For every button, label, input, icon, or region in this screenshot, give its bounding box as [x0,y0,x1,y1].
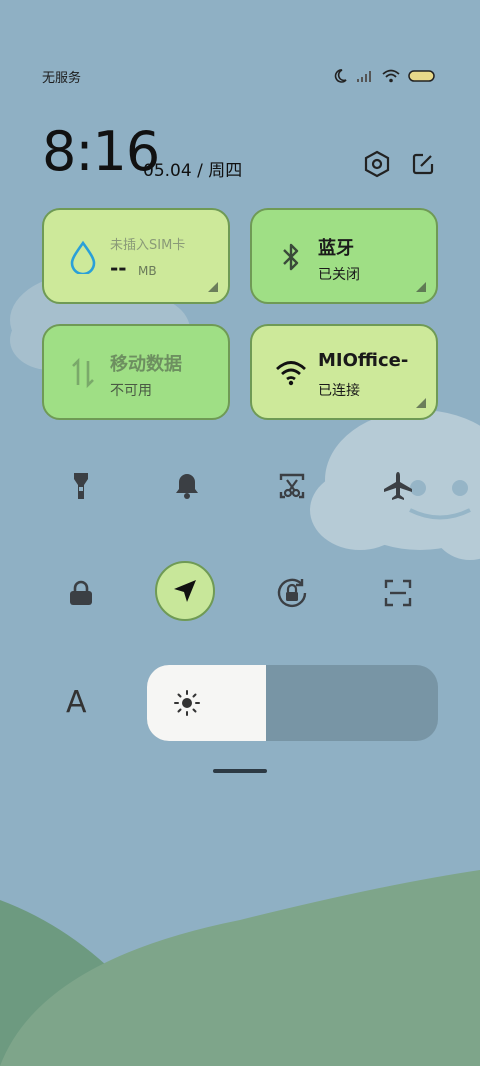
brightness-fill [147,665,267,741]
rotation-lock-toggle[interactable] [262,563,322,623]
data-usage-value: -- [110,256,127,280]
data-usage-unit: MB [138,264,157,278]
wifi-network-name: MIOffice- [318,350,409,371]
flashlight-toggle[interactable] [51,456,111,516]
expand-corner [416,282,426,292]
mobile-data-status: 不可用 [110,383,152,399]
bluetooth-title: 蓝牙 [318,238,354,259]
location-arrow-icon [174,580,196,602]
status-icons [332,66,436,86]
sim-tile[interactable]: 未插入SIM卡 -- MB [42,208,230,304]
wifi-tile[interactable]: MIOffice- 已连接 [250,324,438,420]
date-label: 05.04 / 周四 [143,161,243,181]
flashlight-icon [74,473,88,499]
airplane-icon [384,472,412,500]
status-bar: 无服务 [0,0,480,150]
carrier-label: 无服务 [42,71,82,86]
lock-icon [70,580,92,605]
wifi-icon [382,69,400,83]
moon-icon [334,69,347,83]
water-drop-icon [66,240,100,274]
sim-status: 未插入SIM卡 [110,238,186,253]
wifi-icon [274,356,308,390]
expand-corner [416,398,426,408]
scan-icon [384,579,412,607]
brightness-slider[interactable] [147,665,438,741]
lock-screen-toggle[interactable] [51,563,111,623]
settings-hex-icon [364,150,390,178]
panel-drag-handle[interactable] [213,769,267,773]
bluetooth-tile[interactable]: 蓝牙 已关闭 [250,208,438,304]
edit-button[interactable] [407,148,439,180]
font-size-button[interactable]: A [66,685,87,720]
rotation-lock-icon [277,578,307,608]
sound-toggle[interactable] [157,456,217,516]
screenshot-scissors-icon [279,473,305,499]
bluetooth-status: 已关闭 [318,267,360,283]
sun-icon [174,690,200,716]
expand-corner [208,282,218,292]
location-toggle[interactable] [155,561,215,621]
wifi-status: 已连接 [318,383,360,399]
data-arrows-icon [66,356,100,390]
screenshot-toggle[interactable] [262,456,322,516]
mobile-data-title: 移动数据 [110,354,182,375]
scan-toggle[interactable] [368,563,428,623]
cell-signal-icon [357,71,371,82]
bell-icon [176,474,198,499]
battery-icon [408,70,435,82]
bluetooth-icon [274,240,308,274]
settings-button[interactable] [361,148,393,180]
airplane-toggle[interactable] [368,456,428,516]
mobile-data-tile[interactable]: 移动数据 不可用 [42,324,230,420]
edit-icon [412,153,434,175]
